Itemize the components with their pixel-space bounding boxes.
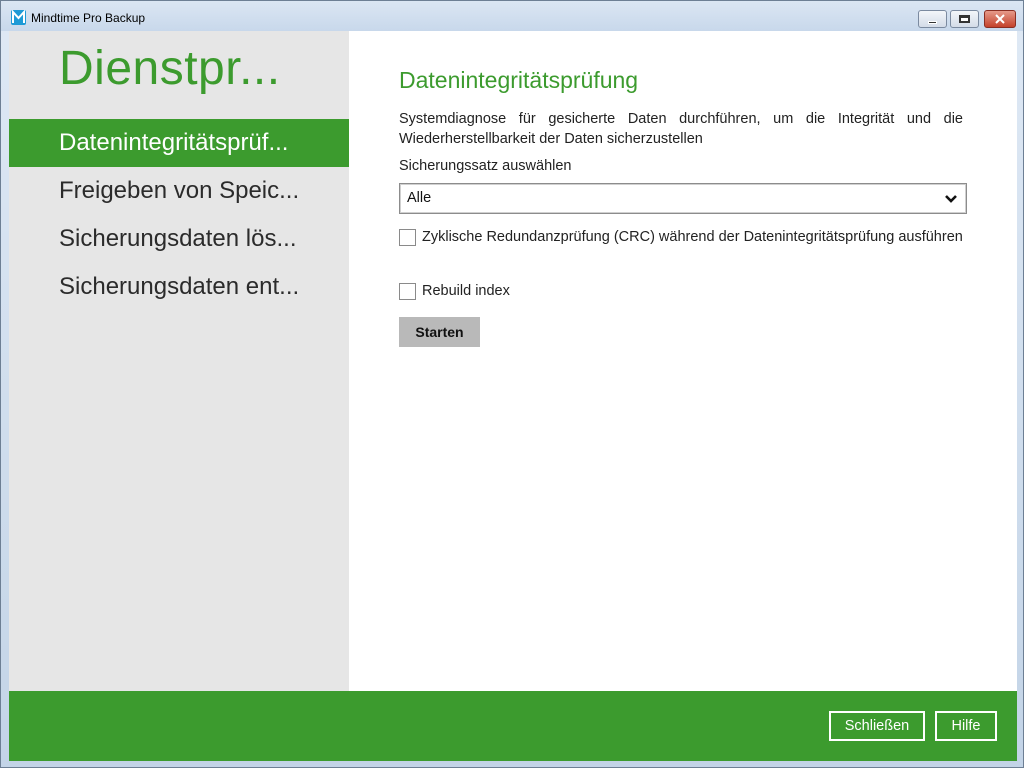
client-area: Dienstpr... Datenintegritätsprüf... Frei…	[9, 31, 1017, 761]
rebuild-index-checkbox[interactable]	[399, 283, 416, 300]
sidebar: Dienstpr... Datenintegritätsprüf... Frei…	[9, 31, 349, 691]
rebuild-index-label[interactable]: Rebuild index	[422, 281, 510, 301]
sidebar-title: Dienstpr...	[59, 42, 281, 95]
backup-set-value: Alle	[407, 190, 432, 206]
crc-checkbox[interactable]	[399, 229, 416, 246]
sidebar-item-delete-backup-data[interactable]: Sicherungsdaten lös...	[9, 215, 349, 263]
app-window: Mindtime Pro Backup Dienstpr... Datenint…	[0, 0, 1024, 768]
minimize-button[interactable]	[918, 10, 947, 28]
window-title: Mindtime Pro Backup	[31, 11, 146, 25]
maximize-icon	[959, 15, 970, 23]
title-bar[interactable]: Mindtime Pro Backup	[1, 1, 1023, 31]
chevron-down-icon	[945, 195, 957, 203]
maximize-button[interactable]	[950, 10, 979, 28]
mindtime-logo-icon	[11, 10, 26, 25]
close-button[interactable]: Schließen	[829, 711, 925, 741]
sidebar-item-free-storage[interactable]: Freigeben von Speic...	[9, 167, 349, 215]
sidebar-item-data-integrity-check[interactable]: Datenintegritätsprüf...	[9, 119, 349, 167]
page-description: Systemdiagnose für gesicherte Daten durc…	[399, 111, 963, 147]
start-button[interactable]: Starten	[399, 317, 480, 347]
footer-bar: Schließen Hilfe	[9, 691, 1017, 761]
backup-set-select[interactable]: Alle	[399, 183, 967, 214]
crc-checkbox-label[interactable]: Zyklische Redundanzprüfung (CRC) während…	[422, 227, 963, 247]
close-icon	[995, 14, 1005, 24]
close-window-button[interactable]	[984, 10, 1016, 28]
page-title: Datenintegritätsprüfung	[399, 67, 639, 93]
sidebar-item-decrypt-backup-data[interactable]: Sicherungsdaten ent...	[9, 263, 349, 311]
help-button[interactable]: Hilfe	[935, 711, 997, 741]
backup-set-label: Sicherungssatz auswählen	[399, 158, 572, 174]
main-content: Datenintegritätsprüfung Systemdiagnose f…	[399, 31, 969, 691]
minimize-icon	[928, 20, 937, 24]
